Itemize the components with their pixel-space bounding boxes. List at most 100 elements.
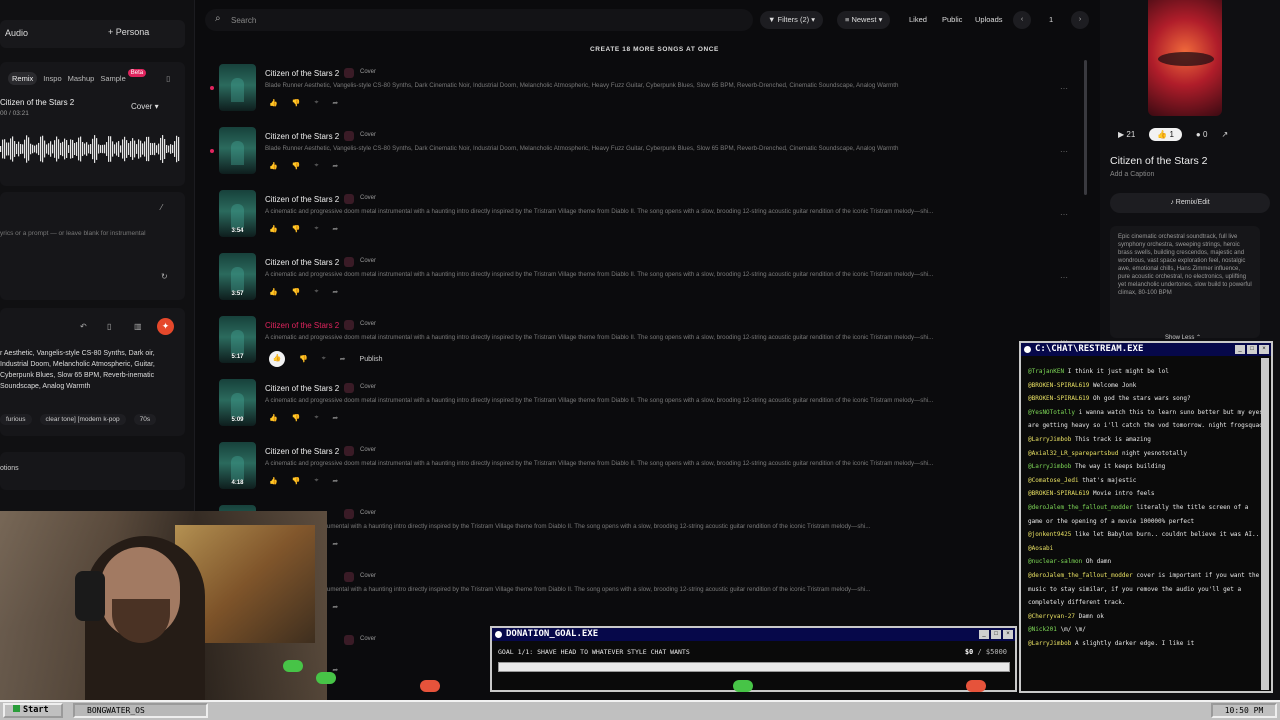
comment-button[interactable]: ● 0 (1196, 130, 1208, 139)
maximize-button[interactable]: □ (1247, 345, 1257, 354)
taskbar-app[interactable]: BONGWATER_OS (73, 703, 208, 718)
song-title[interactable]: Citizen of the Stars 2 (265, 258, 339, 267)
dislike-button[interactable]: 👎 (292, 225, 301, 233)
like-button[interactable]: 👍 (269, 477, 278, 485)
song-title[interactable]: Citizen of the Stars 2 (265, 447, 339, 456)
share-icon[interactable]: ↗ (1221, 130, 1228, 139)
chat-username[interactable]: @jonkent9425 (1028, 531, 1071, 538)
minimize-button[interactable]: _ (979, 630, 989, 639)
song-thumbnail[interactable] (219, 64, 256, 111)
pin-icon[interactable]: ⌖ (314, 414, 318, 422)
like-button[interactable]: 👍 (269, 99, 278, 107)
trash-icon[interactable]: ▯ (166, 74, 170, 83)
styles-input[interactable]: r Aesthetic, Vangelis-style CS-80 Synths… (0, 348, 165, 392)
start-button[interactable]: Start (3, 703, 63, 718)
remix-edit-button[interactable]: ♪ Remix/Edit (1110, 193, 1270, 213)
share-icon[interactable]: ➦ (332, 540, 338, 548)
pin-icon[interactable]: ⌖ (322, 355, 326, 363)
song-list-scrollbar[interactable] (1084, 60, 1087, 195)
chat-username[interactable]: @BROKEN-SPIRAL619 (1028, 395, 1089, 402)
chat-username[interactable]: @nuclear-salmon (1028, 558, 1082, 565)
share-icon[interactable]: ➦ (332, 99, 338, 107)
maximize-button[interactable]: □ (991, 630, 1001, 639)
play-count[interactable]: ▶ 21 (1118, 130, 1135, 139)
chat-username[interactable]: @Comatose_Jedi (1028, 477, 1079, 484)
waveform[interactable] (0, 128, 180, 170)
chat-titlebar[interactable]: C:\CHAT\RESTREAM.EXE _ □ × (1021, 343, 1271, 356)
share-icon[interactable]: ➦ (332, 288, 338, 296)
persona-tab[interactable]: + Persona (108, 27, 149, 37)
dislike-button[interactable]: 👎 (292, 99, 301, 107)
song-row[interactable]: s 2 Cover ocive doom metal instrumental … (205, 564, 1075, 627)
pin-icon[interactable]: ⌖ (314, 477, 318, 485)
caption-input[interactable]: Add a Caption (1110, 171, 1154, 178)
chat-username[interactable]: @Cherryvan-27 (1028, 613, 1075, 620)
publish-button[interactable]: Publish (360, 356, 383, 363)
pin-icon[interactable]: ⌖ (314, 225, 318, 233)
liked-filter[interactable]: Liked (909, 11, 927, 29)
song-row[interactable]: 3:57 Citizen of the Stars 2 Cover A cine… (205, 249, 1075, 312)
like-button[interactable]: 👍 (269, 351, 285, 367)
like-button[interactable]: 👍 (269, 414, 278, 422)
close-button[interactable]: × (1003, 630, 1013, 639)
song-row[interactable]: s 2 Cover ocive doom metal instrumental … (205, 501, 1075, 564)
prev-page-button[interactable]: ‹ (1013, 11, 1031, 29)
dislike-button[interactable]: 👎 (292, 288, 301, 296)
song-title[interactable]: Citizen of the Stars 2 (265, 195, 339, 204)
song-title[interactable]: Citizen of the Stars 2 (265, 69, 339, 78)
create-more-button[interactable]: CREATE 18 MORE SONGS AT ONCE (590, 46, 719, 53)
song-row[interactable]: 4:18 Citizen of the Stars 2 Cover A cine… (205, 438, 1075, 501)
sort-button[interactable]: ≡ Newest ▾ (837, 11, 891, 29)
like-button[interactable]: 👍 (269, 225, 278, 233)
style-tag[interactable]: 70s (133, 414, 157, 425)
like-button[interactable]: 👍 (269, 288, 278, 296)
tab-mashup[interactable]: Mashup (68, 74, 95, 83)
share-icon[interactable]: ➦ (332, 162, 338, 170)
public-filter[interactable]: Public (942, 11, 962, 29)
share-icon[interactable]: ➦ (332, 477, 338, 485)
tab-sample[interactable]: Sample (100, 74, 125, 83)
trash-icon[interactable]: ▥ (134, 322, 142, 331)
song-row[interactable]: 5:17 Citizen of the Stars 2 Cover A cine… (205, 312, 1075, 375)
share-icon[interactable]: ➦ (332, 225, 338, 233)
refresh-icon[interactable]: ↻ (161, 272, 168, 281)
style-tag[interactable]: furious (0, 414, 32, 425)
search-input[interactable]: Search (231, 16, 256, 25)
chat-username[interactable]: @LarryJimbob (1028, 436, 1071, 443)
song-title[interactable]: Citizen of the Stars 2 (265, 384, 339, 393)
audio-tab[interactable]: Audio (5, 28, 28, 38)
next-page-button[interactable]: › (1071, 11, 1089, 29)
uploads-filter[interactable]: Uploads (975, 11, 1003, 29)
more-options-icon[interactable]: ⋯ (1060, 84, 1068, 93)
song-thumbnail[interactable]: 4:18 (219, 442, 256, 489)
share-icon[interactable]: ➦ (332, 603, 338, 611)
chat-username[interactable]: @deroJalem_the_fallout_modder (1028, 504, 1133, 511)
song-thumbnail[interactable]: 5:17 (219, 316, 256, 363)
more-options-icon[interactable]: ⋯ (1060, 210, 1068, 219)
undo-icon[interactable]: ↶ (80, 322, 87, 331)
more-options-icon[interactable]: ⋯ (1060, 147, 1068, 156)
filters-button[interactable]: ▼ Filters (2) ▾ (760, 11, 824, 29)
close-button[interactable]: × (1259, 345, 1269, 354)
pin-icon[interactable]: ⌖ (314, 99, 318, 107)
search-bar[interactable]: ⌕ Search (205, 9, 753, 31)
song-thumbnail[interactable]: 3:57 (219, 253, 256, 300)
lyrics-input[interactable]: yrics or a prompt — or leave blank for i… (0, 230, 146, 237)
song-row[interactable]: Citizen of the Stars 2 Cover Blade Runne… (205, 60, 1075, 123)
bookmark-icon[interactable]: ▯ (107, 322, 111, 331)
pin-icon[interactable]: ⌖ (314, 288, 318, 296)
chat-username[interactable]: @LarryJimbob (1028, 463, 1071, 470)
chat-username[interactable]: @BROKEN-SPIRAL619 (1028, 382, 1089, 389)
chat-username[interactable]: @Axial32_LR_sparepartsbud (1028, 450, 1118, 457)
pin-icon[interactable]: ⌖ (314, 162, 318, 170)
chat-username[interactable]: @TrajanKEN (1028, 368, 1064, 375)
chat-username[interactable]: @deroJalem_the_fallout_modder (1028, 572, 1133, 579)
share-icon[interactable]: ➦ (332, 414, 338, 422)
chat-username[interactable]: @LarryJimbob (1028, 640, 1071, 647)
song-title[interactable]: Citizen of the Stars 2 (265, 321, 339, 330)
magic-wand-icon[interactable]: ⁄ (161, 203, 162, 212)
chat-username[interactable]: @Aosabi (1028, 545, 1053, 552)
song-thumbnail[interactable] (219, 127, 256, 174)
show-less-button[interactable]: Show Less ⌃ (1165, 334, 1201, 341)
chat-username[interactable]: @BROKEN-SPIRAL619 (1028, 490, 1089, 497)
